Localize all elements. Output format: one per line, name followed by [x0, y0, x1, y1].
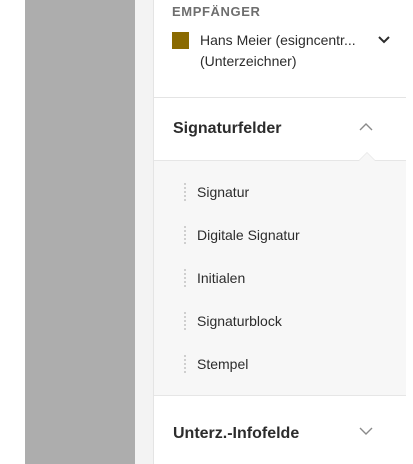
- field-item-stamp[interactable]: Stempel: [184, 353, 384, 377]
- field-label: Stempel: [197, 356, 249, 372]
- scrollbar-track[interactable]: [135, 0, 283, 464]
- fields-panel: EMPFÄNGER Hans Meier (esigncentr... (Unt…: [153, 0, 407, 464]
- pointer-notch-fill: [359, 153, 375, 161]
- section-header-signature-fields[interactable]: Signaturfelder: [154, 98, 407, 160]
- field-label: Initialen: [197, 270, 246, 286]
- recipient-color-swatch: [172, 32, 189, 49]
- field-item-digital-signature[interactable]: Digitale Signatur: [184, 224, 384, 248]
- drag-handle-icon[interactable]: [184, 312, 186, 332]
- chevron-down-icon[interactable]: [359, 427, 373, 436]
- recipient-header: EMPFÄNGER: [172, 4, 261, 19]
- recipient-selector[interactable]: Hans Meier (esigncentr... (Unterzeichner…: [172, 30, 398, 72]
- recipient-name: Hans Meier (esigncentr...: [200, 32, 356, 48]
- field-item-signature-block[interactable]: Signaturblock: [184, 310, 384, 334]
- drag-handle-icon[interactable]: [184, 355, 186, 375]
- field-label: Signaturblock: [197, 313, 282, 329]
- document-canvas: [25, 0, 135, 464]
- field-item-initials[interactable]: Initialen: [184, 267, 384, 291]
- drag-handle-icon[interactable]: [184, 183, 186, 203]
- recipient-role: (Unterzeichner): [200, 53, 297, 69]
- panel-edge: [406, 0, 413, 464]
- field-label: Digitale Signatur: [197, 227, 300, 243]
- section-header-signer-info-fields[interactable]: Unterz.-Infofelde: [154, 400, 407, 462]
- field-label: Signatur: [197, 184, 250, 200]
- drag-handle-icon[interactable]: [184, 226, 186, 246]
- section-title: Signaturfelder: [173, 120, 282, 137]
- page-margin: [0, 0, 25, 464]
- chevron-up-icon[interactable]: [359, 122, 373, 131]
- section-title: Unterz.-Infofelde: [173, 425, 300, 442]
- drag-handle-icon[interactable]: [184, 269, 186, 289]
- chevron-down-icon[interactable]: [377, 35, 391, 45]
- field-item-signature[interactable]: Signatur: [184, 181, 384, 205]
